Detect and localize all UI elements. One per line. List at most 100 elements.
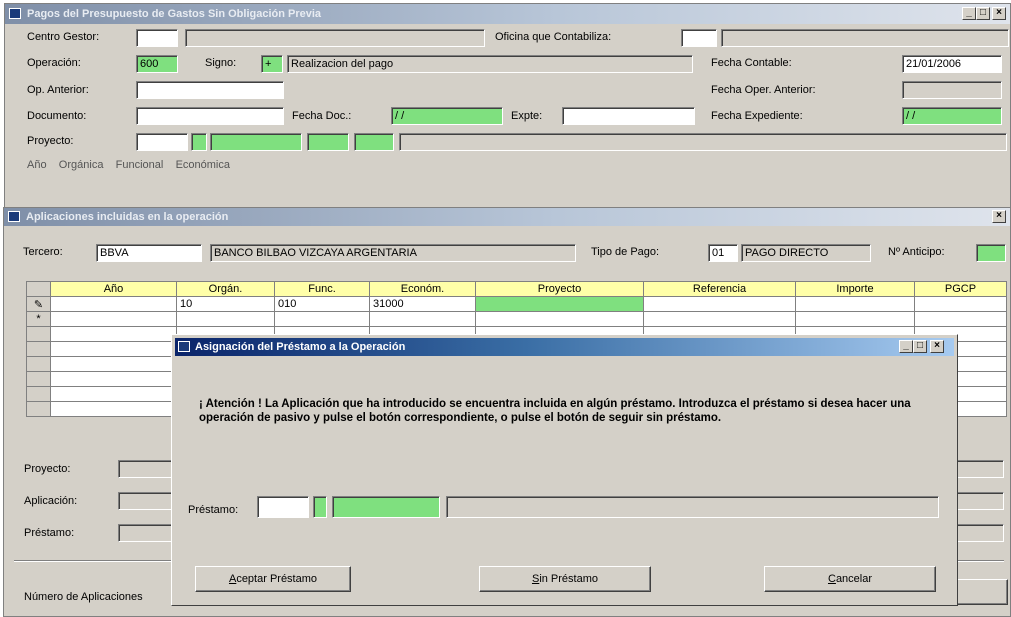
aceptar-prestamo-button[interactable]: Aceptar Préstamo bbox=[195, 566, 351, 592]
sin-prestamo-button[interactable]: Sin Préstamo bbox=[479, 566, 651, 592]
fecha-doc-field[interactable]: / / bbox=[391, 107, 503, 125]
prestamo-lower-label: Préstamo: bbox=[24, 527, 75, 539]
table-cell[interactable] bbox=[643, 296, 796, 312]
column-header-economica[interactable]: Económ. bbox=[369, 281, 476, 297]
fecha-contable-field[interactable]: 21/01/2006 bbox=[902, 55, 1002, 73]
main-window: Pagos del Presupuesto de Gastos Sin Obli… bbox=[4, 3, 1011, 223]
table-cell[interactable] bbox=[50, 371, 177, 387]
dialog-minimize-button[interactable]: _ bbox=[899, 340, 913, 353]
row-selector[interactable] bbox=[26, 386, 51, 402]
tercero-code-field[interactable]: BBVA bbox=[96, 244, 202, 262]
documento-field[interactable] bbox=[136, 107, 284, 125]
oficina-code-field[interactable] bbox=[681, 29, 717, 47]
table-cell[interactable] bbox=[914, 311, 1007, 327]
table-cell[interactable] bbox=[643, 311, 796, 327]
row-selector[interactable] bbox=[26, 341, 51, 357]
dialog-prestamo-part2-field[interactable] bbox=[332, 496, 440, 518]
op-anterior-field[interactable] bbox=[136, 81, 284, 99]
centro-gestor-code-field[interactable] bbox=[136, 29, 178, 47]
window-icon bbox=[8, 211, 20, 222]
proyecto-desc-field bbox=[399, 133, 1007, 151]
dialog-title: Asignación del Préstamo a la Operación bbox=[195, 341, 406, 353]
cancelar-label: ancelar bbox=[835, 573, 873, 585]
aplicaciones-close-button[interactable]: × bbox=[992, 210, 1006, 223]
anticipo-field[interactable] bbox=[976, 244, 1006, 262]
proyecto-label: Proyecto: bbox=[27, 135, 74, 147]
dialog-prestamo-code-field[interactable] bbox=[257, 496, 309, 518]
row-edit-marker[interactable]: ✎ bbox=[26, 296, 51, 312]
cancelar-button[interactable]: Cancelar bbox=[764, 566, 936, 592]
table-row[interactable]: ✎ 10 010 31000 bbox=[26, 296, 1007, 312]
numero-aplicaciones-label: Número de Aplicaciones bbox=[24, 591, 143, 603]
main-window-title: Pagos del Presupuesto de Gastos Sin Obli… bbox=[27, 8, 322, 20]
table-cell[interactable] bbox=[50, 311, 177, 327]
table-cell[interactable]: 010 bbox=[274, 296, 370, 312]
signo-field[interactable]: + bbox=[261, 55, 283, 73]
table-cell[interactable] bbox=[176, 311, 275, 327]
table-cell[interactable] bbox=[795, 296, 915, 312]
proyecto-part3-field[interactable] bbox=[307, 133, 349, 151]
table-cell[interactable] bbox=[50, 356, 177, 372]
table-cell[interactable] bbox=[50, 326, 177, 342]
proyecto-part1-field[interactable] bbox=[191, 133, 207, 151]
row-new-marker[interactable]: * bbox=[26, 311, 51, 327]
expte-field[interactable] bbox=[562, 107, 695, 125]
table-cell[interactable] bbox=[795, 311, 915, 327]
row-selector[interactable] bbox=[26, 371, 51, 387]
proyecto-lower-label: Proyecto: bbox=[24, 463, 71, 475]
tipo-pago-desc-field: PAGO DIRECTO bbox=[741, 244, 871, 262]
operacion-field[interactable]: 600 bbox=[136, 55, 178, 73]
tercero-name-field: BANCO BILBAO VIZCAYA ARGENTARIA bbox=[210, 244, 576, 262]
dialog-icon bbox=[178, 341, 190, 352]
column-header-organica[interactable]: Orgán. bbox=[176, 281, 275, 297]
table-header-row: Año Orgán. Func. Económ. Proyecto Refere… bbox=[26, 281, 1007, 297]
dialog-maximize-button[interactable]: □ bbox=[913, 340, 927, 353]
proyecto-part2-field[interactable] bbox=[210, 133, 302, 151]
proyecto-code-field[interactable] bbox=[136, 133, 188, 151]
table-cell[interactable] bbox=[50, 296, 177, 312]
table-cell[interactable] bbox=[475, 311, 644, 327]
dialog-close-button[interactable]: × bbox=[930, 340, 944, 353]
signo-label: Signo: bbox=[205, 57, 237, 69]
fecha-expediente-field[interactable]: / / bbox=[902, 107, 1002, 125]
partial-row-labels: Año Orgánica Funcional Económica bbox=[27, 159, 230, 171]
fecha-oper-anterior-field bbox=[902, 81, 1002, 99]
table-cell[interactable] bbox=[369, 311, 476, 327]
cancelar-accel: C bbox=[827, 573, 836, 585]
table-cell[interactable] bbox=[50, 386, 177, 402]
prestamo-dialog: Asignación del Préstamo a la Operación _… bbox=[171, 334, 958, 606]
dialog-prestamo-part1-field[interactable] bbox=[313, 496, 327, 518]
column-header-pgcp[interactable]: PGCP bbox=[914, 281, 1007, 297]
column-header-proyecto[interactable]: Proyecto bbox=[475, 281, 644, 297]
column-header-ano[interactable]: Año bbox=[50, 281, 177, 297]
proyecto-part4-field[interactable] bbox=[354, 133, 394, 151]
maximize-button[interactable]: □ bbox=[976, 7, 990, 20]
table-cell[interactable] bbox=[914, 296, 1007, 312]
tipo-pago-code-field[interactable]: 01 bbox=[708, 244, 738, 262]
table-cell[interactable]: 31000 bbox=[369, 296, 476, 312]
table-cell[interactable] bbox=[475, 296, 644, 312]
column-header-selector bbox=[26, 281, 51, 297]
table-row[interactable]: * bbox=[26, 311, 1007, 327]
row-selector[interactable] bbox=[26, 401, 51, 417]
column-header-funcional[interactable]: Func. bbox=[274, 281, 370, 297]
column-header-referencia[interactable]: Referencia bbox=[643, 281, 796, 297]
table-cell[interactable] bbox=[274, 311, 370, 327]
dialog-prestamo-desc-field bbox=[446, 496, 939, 518]
row-selector[interactable] bbox=[26, 356, 51, 372]
fecha-contable-label: Fecha Contable: bbox=[711, 57, 792, 69]
table-cell[interactable] bbox=[50, 401, 177, 417]
aceptar-label: ceptar Préstamo bbox=[236, 573, 318, 585]
fecha-oper-anterior-label: Fecha Oper. Anterior: bbox=[711, 84, 816, 96]
centro-gestor-label: Centro Gestor: bbox=[27, 31, 100, 43]
table-cell[interactable] bbox=[50, 341, 177, 357]
close-button[interactable]: × bbox=[992, 7, 1006, 20]
table-cell[interactable]: 10 bbox=[176, 296, 275, 312]
row-selector[interactable] bbox=[26, 326, 51, 342]
expte-label: Expte: bbox=[511, 110, 543, 122]
operacion-desc-field: Realizacion del pago bbox=[287, 55, 693, 73]
minimize-button[interactable]: _ bbox=[962, 7, 976, 20]
dialog-prestamo-label: Préstamo: bbox=[188, 504, 239, 516]
centro-gestor-desc-field bbox=[185, 29, 485, 47]
column-header-importe[interactable]: Importe bbox=[795, 281, 915, 297]
